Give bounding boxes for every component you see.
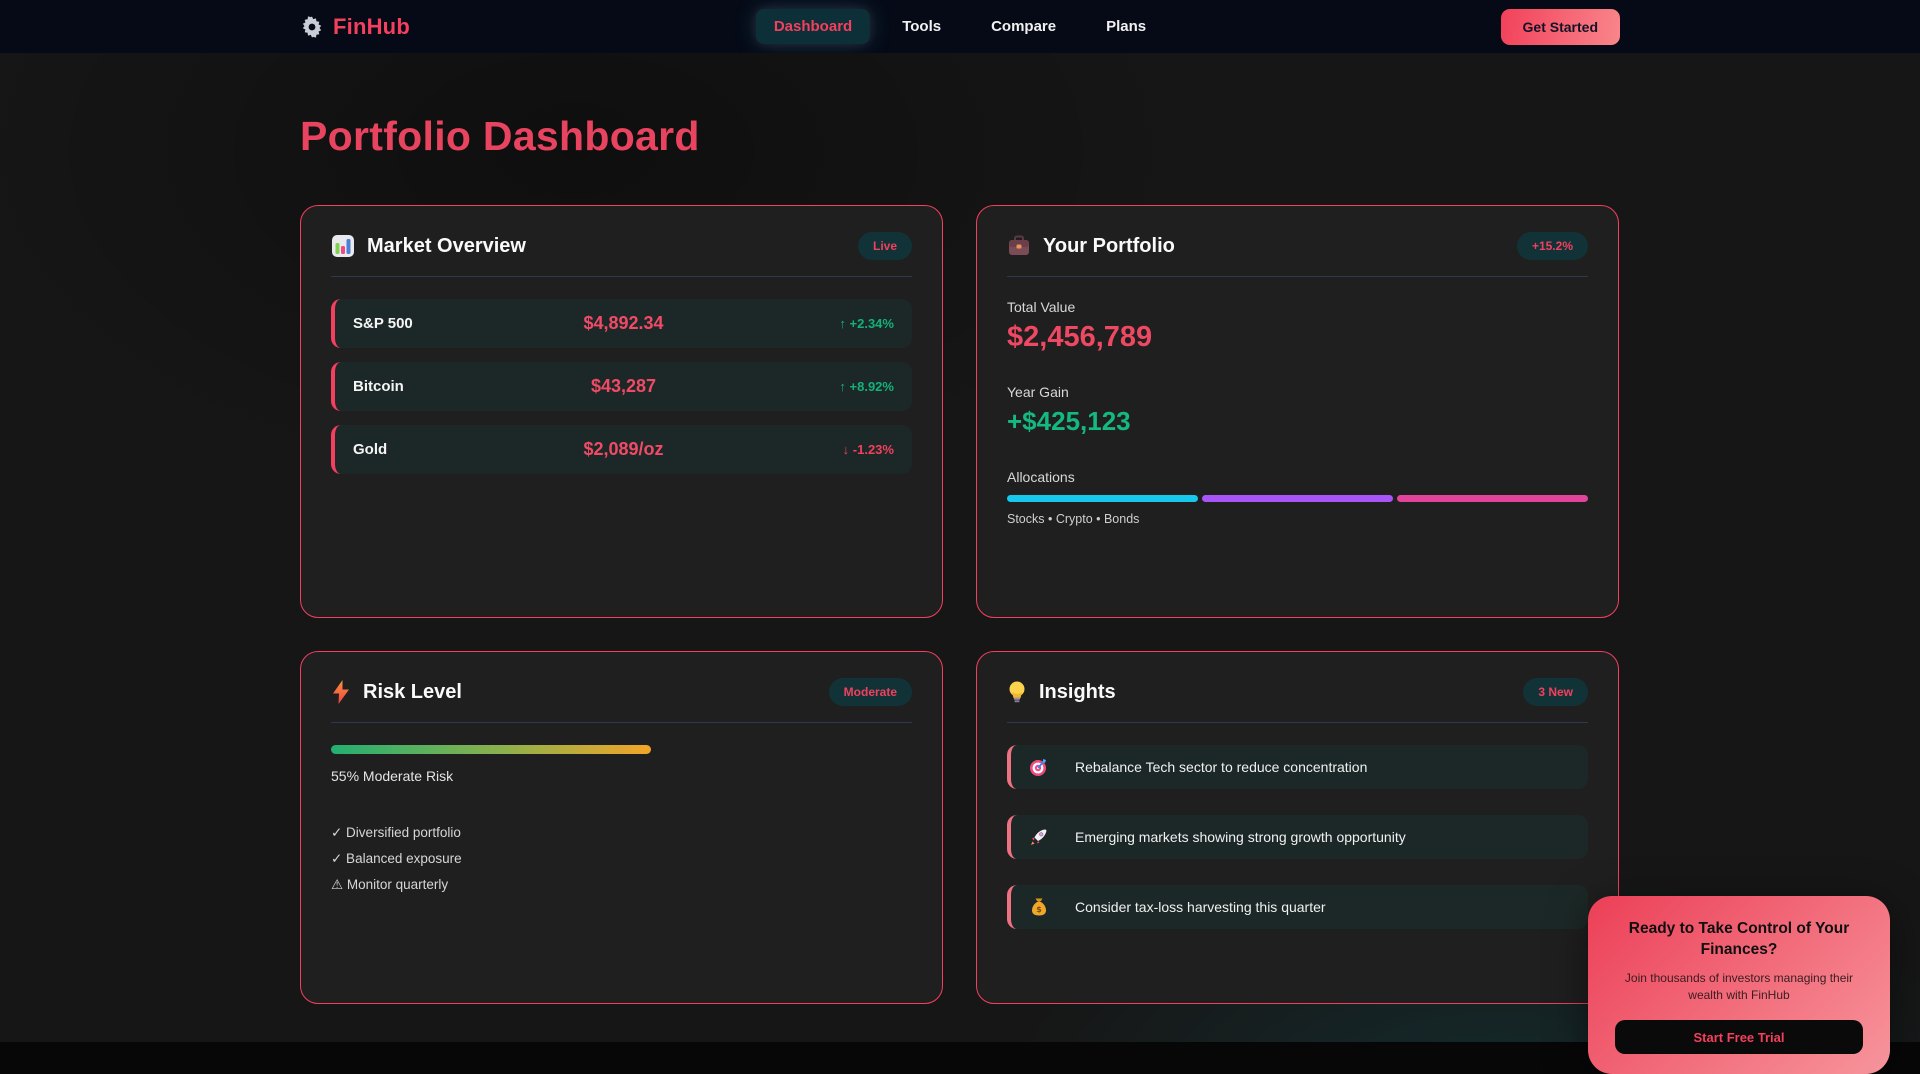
insight-text: Rebalance Tech sector to reduce concentr… [1075,759,1367,775]
allocation-segment-stocks [1007,495,1198,502]
total-value-label: Total Value [1007,299,1588,315]
portfolio-header: Your Portfolio +15.2% [1007,232,1588,277]
gear-icon [300,15,324,39]
portfolio-card: Your Portfolio +15.2% Total Value $2,456… [976,205,1619,618]
nav-links: Dashboard Tools Compare Plans [756,9,1164,44]
bar-chart-icon [331,234,355,258]
money-bag-icon: $ [1029,897,1049,917]
market-overview-card: Market Overview Live S&P 500 $4,892.34 ↑… [300,205,943,618]
target-icon [1029,757,1049,777]
insights-card: Insights 3 New Rebalance Tech sector to … [976,651,1619,1004]
card-title: Risk Level [363,681,462,704]
asset-name: Bitcoin [353,378,533,395]
asset-price: $2,089/oz [533,439,713,460]
card-title: Insights [1039,681,1116,704]
nav-item-plans[interactable]: Plans [1088,9,1164,44]
market-row-bitcoin[interactable]: Bitcoin $43,287 ↑ +8.92% [331,362,912,411]
live-badge: Live [858,232,912,260]
allocation-segment-bonds [1397,495,1588,502]
svg-text:$: $ [1036,905,1042,914]
get-started-button[interactable]: Get Started [1501,9,1620,45]
portfolio-change-badge: +15.2% [1517,232,1588,260]
start-free-trial-button[interactable]: Start Free Trial [1615,1020,1863,1054]
cta-card: Ready to Take Control of Your Finances? … [1588,896,1890,1074]
logo-text: FinHub [333,14,410,40]
card-title: Market Overview [367,235,526,258]
navbar: FinHub Dashboard Tools Compare Plans Get… [0,0,1920,53]
market-row-gold[interactable]: Gold $2,089/oz ↓ -1.23% [331,425,912,474]
risk-caption: 55% Moderate Risk [331,768,912,784]
risk-item-monitor: ⚠ Monitor quarterly [331,872,912,898]
asset-price: $4,892.34 [533,313,713,334]
logo[interactable]: FinHub [300,14,410,40]
market-overview-header: Market Overview Live [331,232,912,277]
main-content: Portfolio Dashboard Market Overview Live… [0,53,1920,1042]
insight-text: Emerging markets showing strong growth o… [1075,829,1406,845]
risk-level-header: Risk Level Moderate [331,678,912,723]
asset-name: Gold [353,441,533,458]
total-value: $2,456,789 [1007,321,1588,354]
risk-level-card: Risk Level Moderate 55% Moderate Risk ✓ … [300,651,943,1004]
dashboard-grid: Market Overview Live S&P 500 $4,892.34 ↑… [300,205,1620,1004]
risk-item-balanced: ✓ Balanced exposure [331,846,912,872]
cta-title: Ready to Take Control of Your Finances? [1608,918,1870,960]
risk-progress-bar [331,745,912,754]
market-row-sp500[interactable]: S&P 500 $4,892.34 ↑ +2.34% [331,299,912,348]
nav-item-dashboard[interactable]: Dashboard [756,9,870,44]
insight-row-emerging-markets[interactable]: Emerging markets showing strong growth o… [1007,815,1588,859]
new-insights-badge: 3 New [1523,678,1588,706]
page-title: Portfolio Dashboard [300,113,1620,160]
asset-change: ↑ +2.34% [714,316,894,331]
insight-row-rebalance[interactable]: Rebalance Tech sector to reduce concentr… [1007,745,1588,789]
asset-price: $43,287 [533,376,713,397]
risk-item-diversified: ✓ Diversified portfolio [331,820,912,846]
lightning-icon [331,680,351,704]
year-gain-label: Year Gain [1007,384,1588,400]
insight-text: Consider tax-loss harvesting this quarte… [1075,899,1326,915]
asset-change: ↓ -1.23% [714,442,894,457]
asset-name: S&P 500 [353,315,533,332]
allocations-bar [1007,495,1588,502]
insights-header: Insights 3 New [1007,678,1588,723]
allocations-caption: Stocks • Crypto • Bonds [1007,512,1588,526]
risk-progress-fill [331,745,651,754]
insight-row-tax-loss[interactable]: $ Consider tax-loss harvesting this quar… [1007,885,1588,929]
year-gain-value: +$425,123 [1007,406,1588,437]
rocket-icon [1029,827,1049,847]
risk-badge: Moderate [829,678,912,706]
allocation-segment-crypto [1202,495,1393,502]
briefcase-icon [1007,234,1031,258]
nav-item-compare[interactable]: Compare [973,9,1074,44]
bulb-icon [1007,680,1027,704]
cta-subtitle: Join thousands of investors managing the… [1608,970,1870,1004]
card-title: Your Portfolio [1043,235,1175,258]
nav-item-tools[interactable]: Tools [884,9,959,44]
allocations-label: Allocations [1007,469,1588,485]
asset-change: ↑ +8.92% [714,379,894,394]
